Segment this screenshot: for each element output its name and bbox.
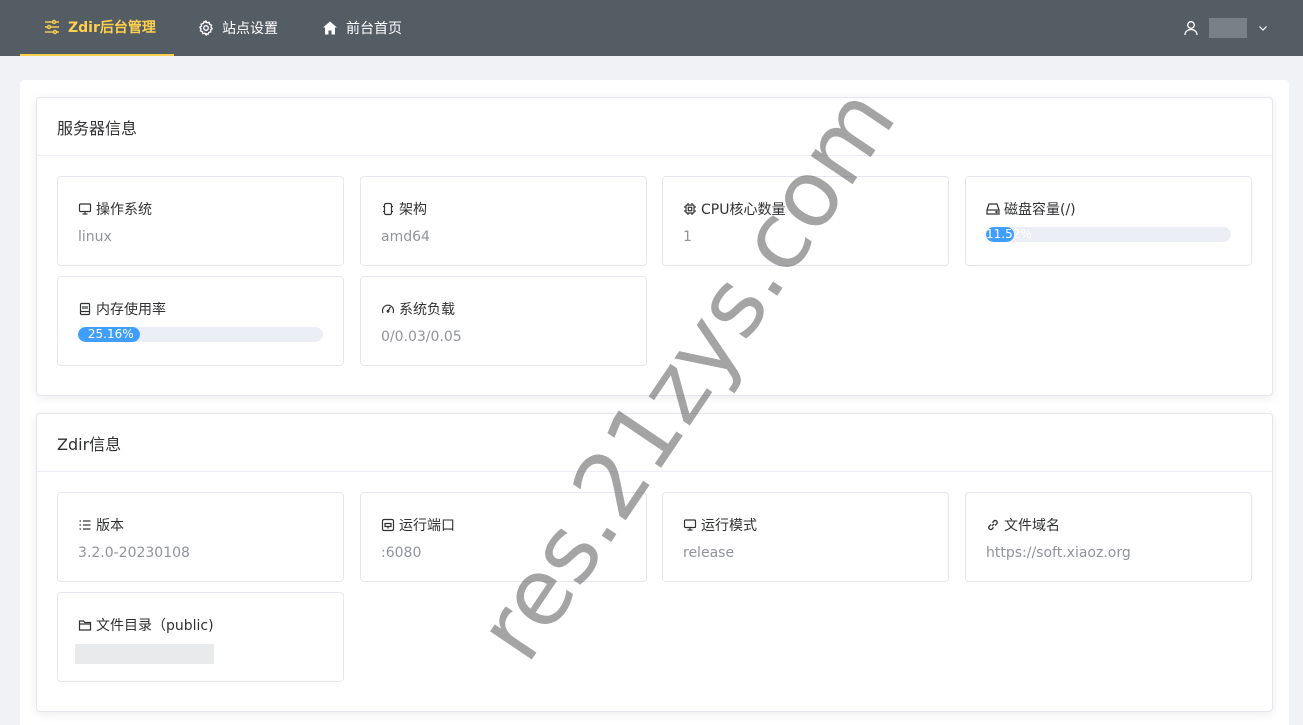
disk-card: 磁盘容量(/) 11.52%: [965, 176, 1252, 266]
load-value: 0/0.03/0.05: [381, 329, 462, 345]
cpu-label: CPU核心数量: [701, 202, 786, 218]
zdir-info-section: Zdir信息 版本 3.2.0-20230108 运行端口 :6080 运行模式…: [36, 413, 1273, 712]
disk-progress-bar: 11.52%: [986, 227, 1231, 242]
arch-value: amd64: [381, 229, 430, 245]
port-label: 运行端口: [399, 518, 455, 534]
os-label: 操作系统: [96, 202, 152, 218]
user-icon: [1184, 21, 1198, 36]
mode-label: 运行模式: [701, 518, 757, 534]
link-icon: [988, 519, 998, 531]
nav-brand-label: Zdir后台管理: [68, 20, 156, 36]
version-value: 3.2.0-20230108: [78, 545, 190, 561]
nav-home-label: 前台首页: [346, 21, 402, 37]
hard-drive-icon: [986, 203, 1000, 215]
memory-progress-bar: 25.16%: [78, 327, 323, 342]
top-nav-bar: Zdir后台管理 站点设置 前台首页: [0, 0, 1303, 56]
server-info-title: 服务器信息: [37, 98, 1272, 156]
user-menu[interactable]: [1183, 0, 1269, 56]
memory-label: 内存使用率: [96, 302, 166, 318]
port-icon: [381, 518, 395, 532]
monitor-icon: [78, 203, 92, 215]
username-redacted: [1209, 18, 1247, 38]
cpu-icon: [684, 203, 696, 215]
gauge-icon: [381, 304, 395, 314]
dir-card: 文件目录（public): [57, 592, 344, 682]
chevron-down-icon: [1259, 26, 1267, 31]
load-card: 系统负载 0/0.03/0.05: [360, 276, 647, 366]
domain-card: 文件域名 https://soft.xiaoz.org: [965, 492, 1252, 582]
version-card: 版本 3.2.0-20230108: [57, 492, 344, 582]
memory-progress-fill: 25.16%: [78, 327, 140, 342]
port-value: :6080: [381, 545, 422, 561]
os-value: linux: [78, 229, 112, 245]
cpu-card: CPU核心数量 1: [662, 176, 949, 266]
dir-value-redacted: [75, 644, 214, 664]
domain-value[interactable]: https://soft.xiaoz.org: [986, 545, 1131, 561]
main-container: 服务器信息 操作系统 linux 架构 amd64 CPU核心数量 1 磁盘容量…: [20, 80, 1289, 725]
memory-card: 内存使用率 25.16%: [57, 276, 344, 366]
version-label: 版本: [96, 518, 124, 534]
server-info-section: 服务器信息 操作系统 linux 架构 amd64 CPU核心数量 1 磁盘容量…: [36, 97, 1273, 396]
sliders-icon: [45, 19, 59, 35]
monitor-icon: [683, 519, 697, 531]
chip-icon: [383, 202, 393, 216]
domain-label: 文件域名: [1004, 518, 1060, 534]
disk-label: 磁盘容量(/): [1004, 202, 1076, 218]
nav-brand-tab[interactable]: Zdir后台管理: [20, 0, 174, 56]
disk-progress-fill: 11.52%: [986, 227, 1032, 242]
arch-label: 架构: [399, 202, 427, 218]
dir-label: 文件目录（public): [96, 618, 214, 634]
nav-home-tab[interactable]: 前台首页: [322, 0, 402, 56]
memory-icon: [79, 302, 91, 316]
mode-card: 运行模式 release: [662, 492, 949, 582]
cpu-value: 1: [683, 229, 692, 245]
folder-icon: [78, 620, 92, 631]
home-icon: [323, 21, 337, 35]
zdir-info-title: Zdir信息: [37, 414, 1272, 472]
arch-card: 架构 amd64: [360, 176, 647, 266]
port-card: 运行端口 :6080: [360, 492, 647, 582]
nav-settings-tab[interactable]: 站点设置: [198, 0, 278, 56]
gear-icon: [198, 20, 214, 36]
mode-value: release: [683, 545, 735, 561]
load-label: 系统负载: [399, 302, 455, 318]
os-card: 操作系统 linux: [57, 176, 344, 266]
nav-settings-label: 站点设置: [222, 21, 278, 37]
list-icon: [79, 520, 91, 530]
